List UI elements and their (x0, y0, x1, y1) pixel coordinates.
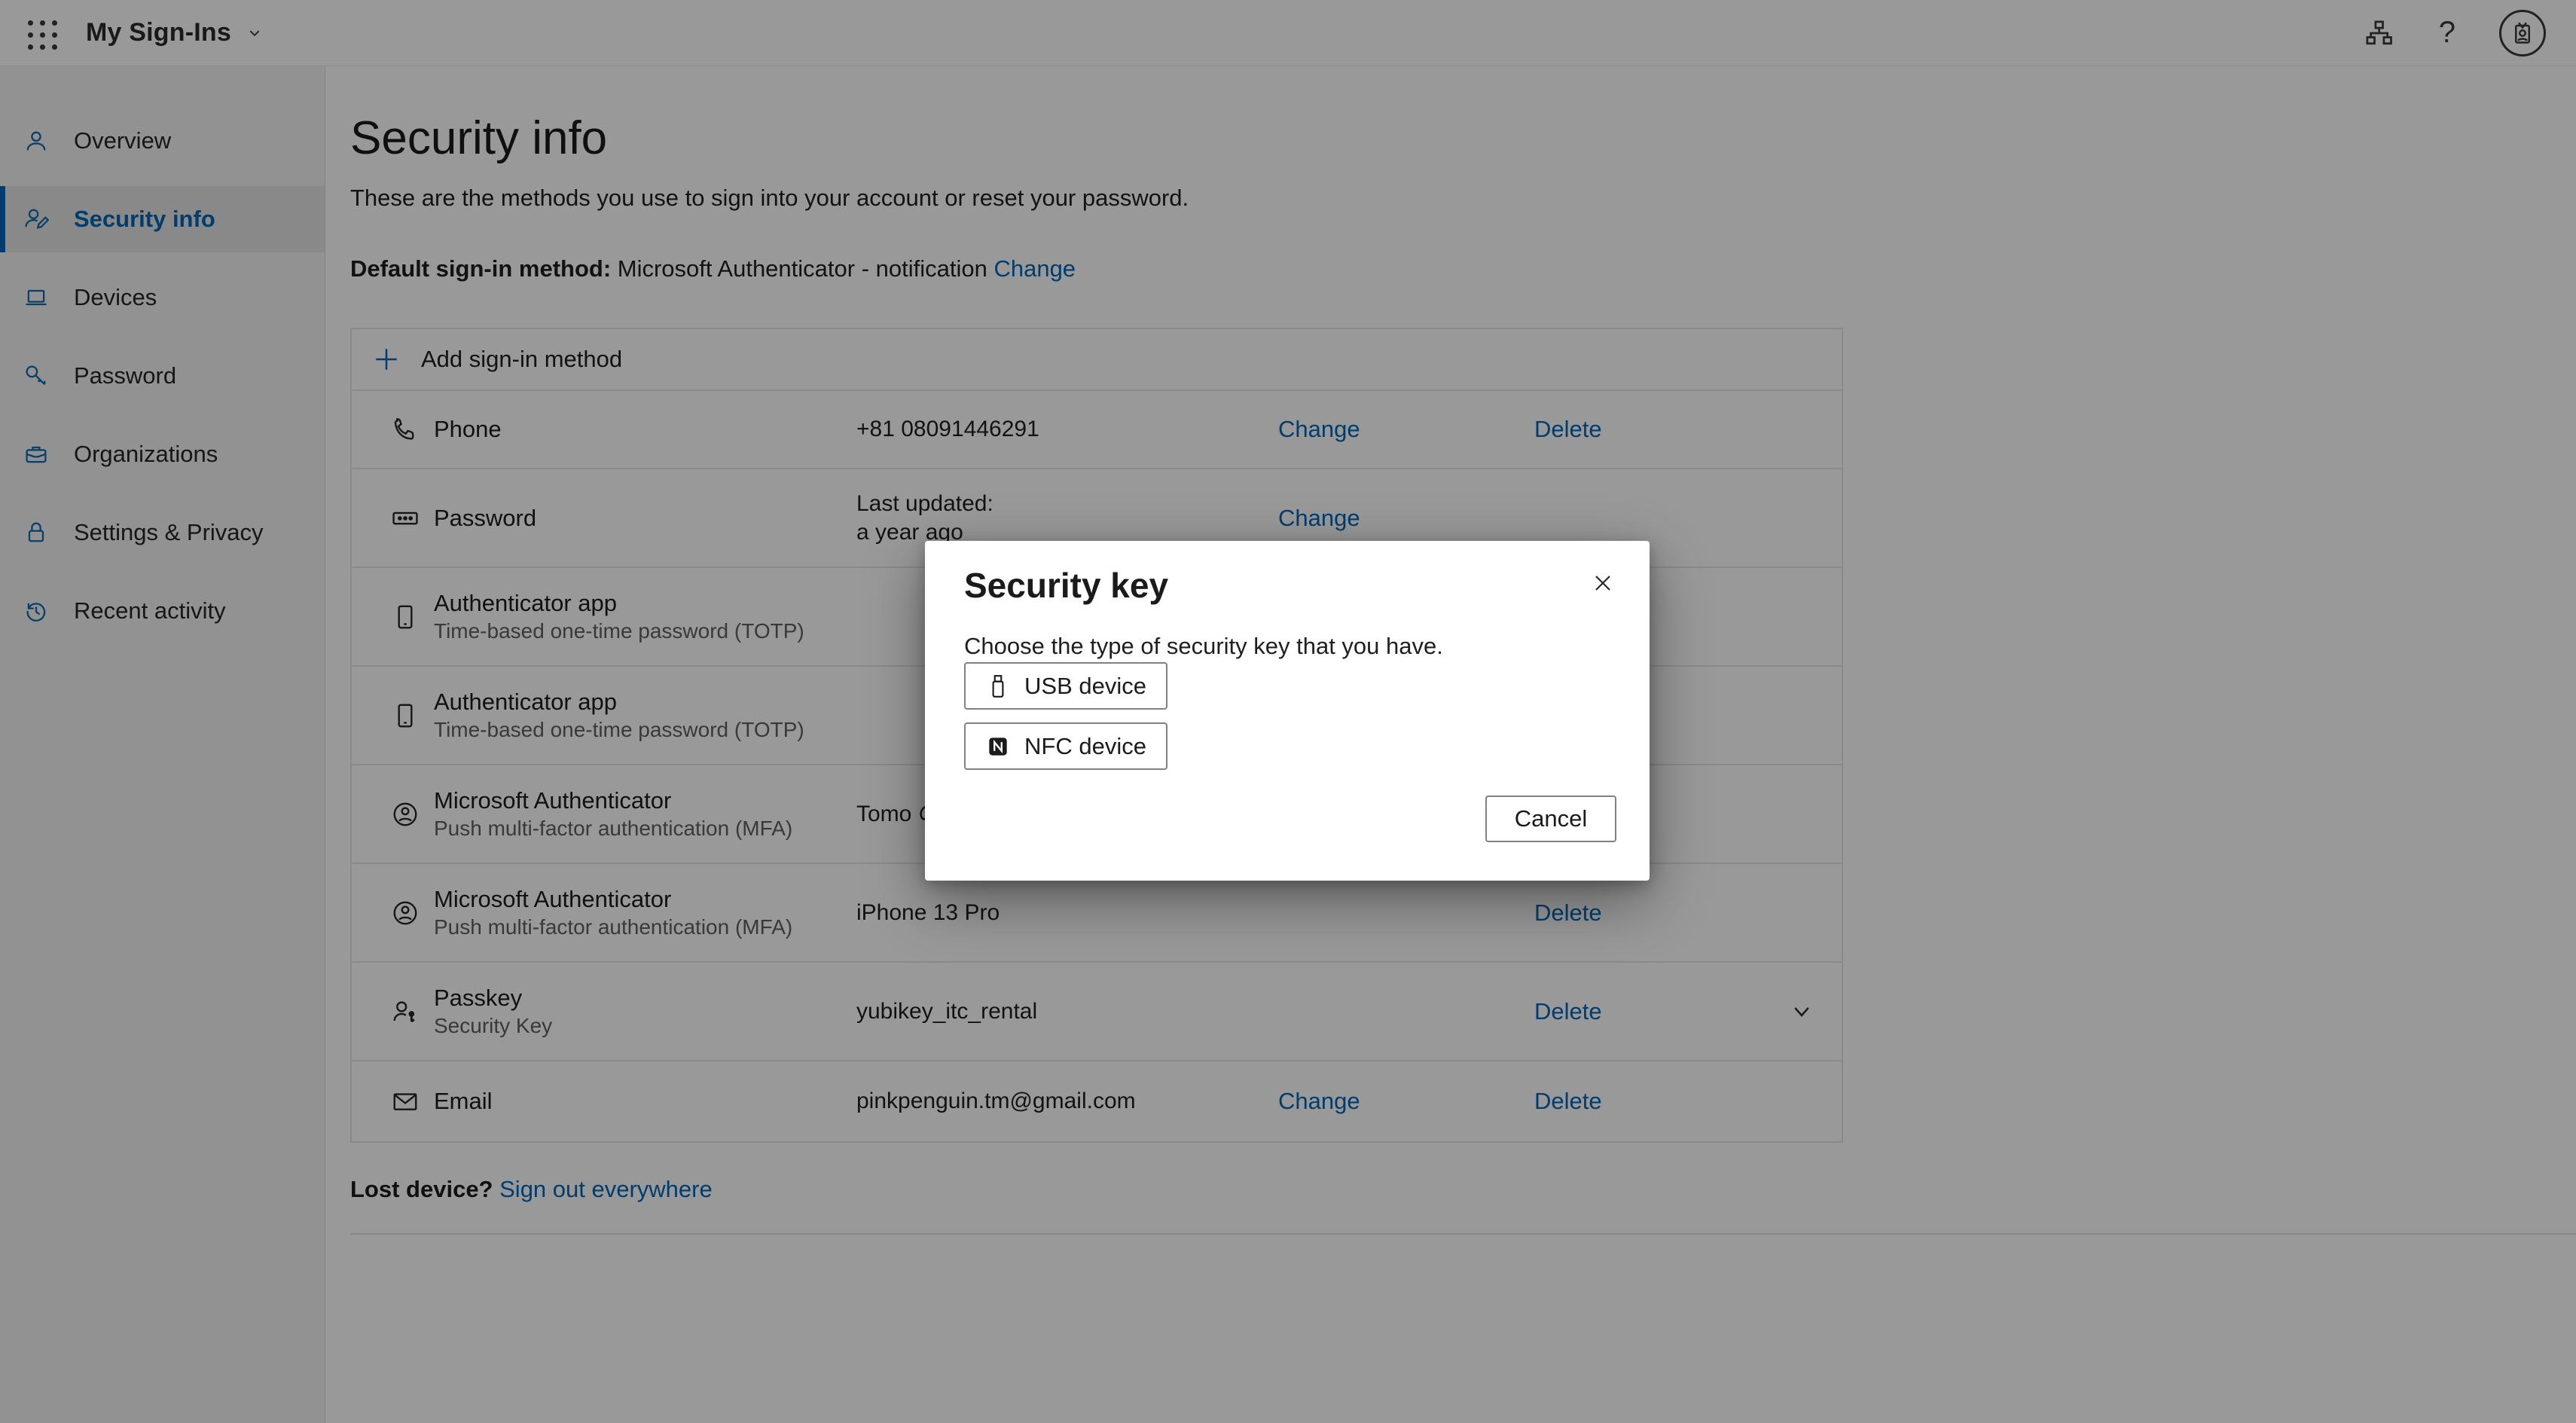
dialog-title: Security key (964, 565, 1168, 606)
nfc-device-button[interactable]: NFC device (964, 722, 1167, 770)
my-signins-app: My Sign-Ins ? (0, 0, 2576, 1423)
nfc-icon (985, 734, 1011, 759)
usb-stick-icon (985, 673, 1011, 699)
usb-device-button[interactable]: USB device (964, 662, 1167, 710)
dialog-description: Choose the type of security key that you… (964, 633, 1443, 660)
security-key-dialog: Security key Choose the type of security… (925, 541, 1650, 881)
close-icon[interactable] (1586, 566, 1619, 600)
cancel-button[interactable]: Cancel (1485, 795, 1616, 842)
